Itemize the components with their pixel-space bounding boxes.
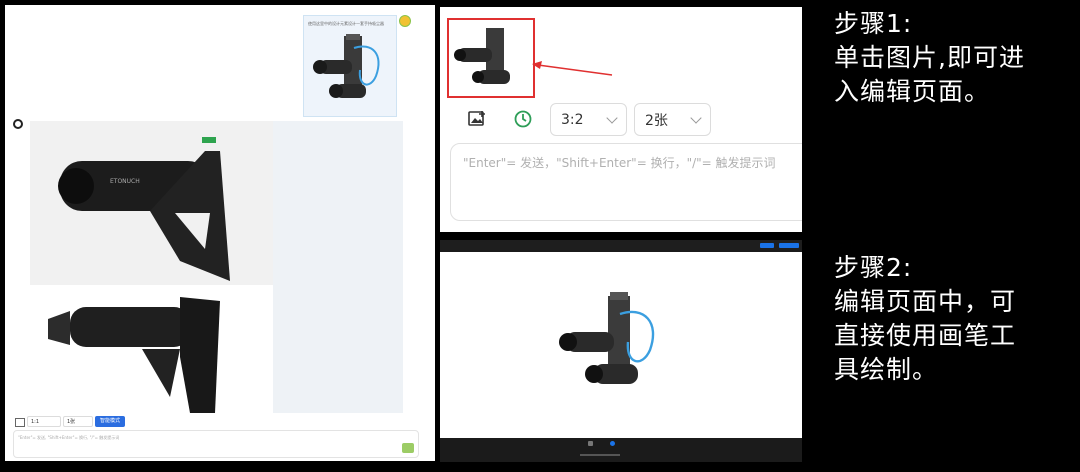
chevron-down-icon — [690, 111, 702, 124]
mode-toggle[interactable]: 智能模式 — [95, 416, 125, 427]
ratio-select[interactable]: 3:2 — [550, 103, 627, 136]
bot-avatar-icon — [399, 15, 411, 27]
pointer-arrow — [532, 61, 613, 76]
generated-image-2[interactable] — [30, 287, 273, 413]
ratio-select[interactable]: 1:1 — [27, 416, 61, 427]
brush-size-slider[interactable] — [580, 454, 620, 456]
step2-text: 步骤2: 编辑页面中，可 直接使用画笔工 具绘制。 — [834, 253, 1017, 384]
editor-confirm-button[interactable] — [760, 243, 774, 248]
product-render-1: ETONUCH — [58, 137, 230, 281]
color-tool-icon[interactable] — [610, 441, 615, 446]
assistant-indicator-icon — [13, 119, 23, 129]
product-render-2 — [48, 297, 220, 413]
edit-image[interactable] — [558, 288, 668, 398]
chevron-down-icon — [606, 111, 618, 124]
chat-input-placeholder: "Enter"= 发送, "Shift+Enter"= 换行, "/"= 触发提… — [18, 435, 120, 440]
prompt-input-placeholder: "Enter"= 发送，"Shift+Enter"= 换行，"/"= 触发提示词 — [463, 156, 776, 170]
count-select[interactable]: 1张 — [63, 416, 93, 427]
image-add-icon[interactable] — [467, 109, 487, 129]
ratio-value: 3:2 — [561, 111, 584, 128]
mode-label: 智能模式 — [99, 418, 120, 424]
history-icon[interactable] — [513, 109, 533, 129]
sketch-thumbnail[interactable] — [310, 30, 390, 112]
count-select[interactable]: 2张 — [634, 103, 711, 136]
generated-image-placeholder — [273, 121, 403, 413]
user-prompt-text: 使用这里中的设计元素设计一套手持吸尘器 — [308, 21, 384, 26]
edit-canvas[interactable] — [440, 252, 802, 438]
generated-image-1[interactable]: ETONUCH — [30, 121, 273, 285]
product-brand-text: ETONUCH — [110, 178, 140, 185]
user-message-card[interactable]: 使用这里中的设计元素设计一套手持吸尘器 — [303, 15, 397, 117]
chat-panel: 使用这里中的设计元素设计一套手持吸尘器 ETONUCH 1:1 1张 智能模式 … — [5, 5, 435, 461]
brush-tool-icon[interactable] — [588, 441, 593, 446]
ratio-value: 1:1 — [31, 418, 40, 425]
send-button[interactable] — [402, 443, 414, 453]
editor-panel — [440, 240, 802, 462]
composer-panel: 3:2 2张 "Enter"= 发送，"Shift+Enter"= 换行，"/"… — [440, 7, 802, 232]
count-value: 2张 — [645, 112, 668, 129]
editor-save-button[interactable] — [779, 243, 799, 248]
chat-input[interactable]: "Enter"= 发送, "Shift+Enter"= 换行, "/"= 触发提… — [13, 430, 419, 458]
image-tool-icon[interactable] — [15, 418, 25, 427]
count-value: 1张 — [67, 419, 76, 425]
prompt-input[interactable]: "Enter"= 发送，"Shift+Enter"= 换行，"/"= 触发提示词 — [450, 143, 802, 221]
editor-topbar — [440, 240, 802, 250]
reference-thumbnail[interactable] — [452, 22, 532, 94]
step1-text: 步骤1: 单击图片,即可进 入编辑页面。 — [834, 9, 1025, 106]
